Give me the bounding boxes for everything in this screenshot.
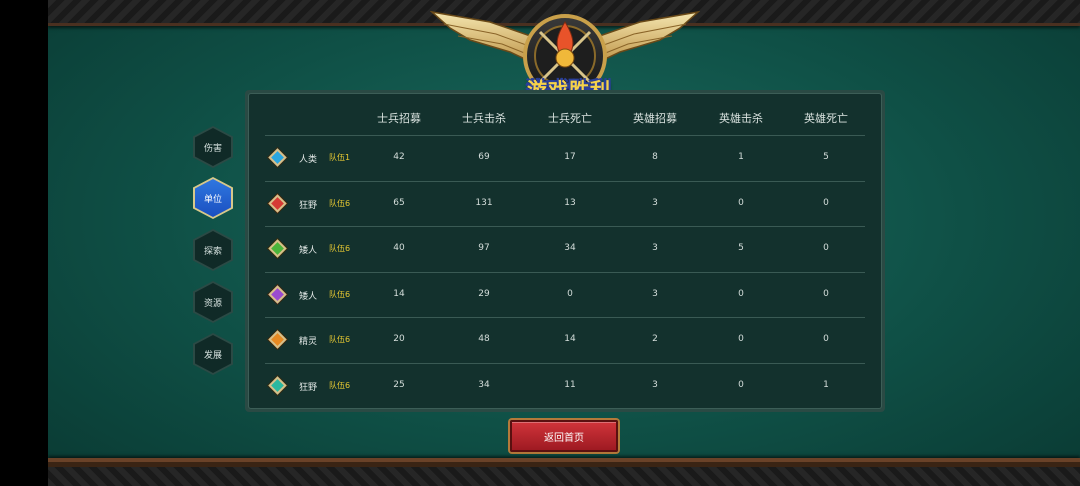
column-header: 士兵击杀 — [462, 112, 506, 125]
team-name: 队伍6 — [329, 244, 351, 254]
stat-cell: 131 — [475, 197, 493, 208]
stat-cell: 0 — [823, 334, 829, 345]
left-black-bar — [0, 0, 48, 486]
stat-cell: 3 — [652, 243, 658, 254]
column-header: 英雄招募 — [633, 112, 677, 125]
tab-development-label: 发展 — [195, 335, 231, 373]
stat-cell: 3 — [652, 380, 658, 390]
stats-panel: 士兵招募 士兵击杀 士兵死亡 英雄招募 英雄击杀 英雄死亡 人类 队伍1 42 69 1… — [245, 90, 885, 412]
stat-cell: 29 — [478, 288, 490, 299]
race-name: 人类 — [299, 155, 318, 165]
team-name: 队伍6 — [329, 289, 351, 299]
race-gem-icon — [268, 239, 287, 258]
bottom-border — [48, 458, 1080, 486]
tab-resources-label: 资源 — [195, 283, 231, 321]
table-row: 狂野 队伍6 25 34 11 3 0 1 — [265, 363, 865, 408]
stat-cell: 0 — [823, 243, 829, 254]
stats-table: 士兵招募 士兵击杀 士兵死亡 英雄招募 英雄击杀 英雄死亡 人类 队伍1 42 69 1… — [248, 93, 882, 409]
stat-cell: 3 — [652, 288, 658, 299]
stat-cell: 5 — [823, 152, 829, 162]
race-name: 矮人 — [299, 246, 318, 257]
tab-damage-label: 伤害 — [195, 128, 231, 166]
stat-cell: 0 — [823, 197, 829, 208]
tab-damage[interactable]: 伤害 — [193, 126, 233, 168]
race-gem-icon — [268, 330, 287, 350]
table-row: 人类 队伍1 42 69 17 8 1 5 — [265, 135, 865, 180]
tab-development[interactable]: 发展 — [193, 333, 233, 375]
race-name: 狂野 — [299, 200, 318, 211]
stat-cell: 34 — [478, 380, 490, 390]
tab-resources[interactable]: 资源 — [193, 281, 233, 323]
stat-cell: 69 — [478, 152, 490, 162]
column-header: 英雄死亡 — [804, 112, 848, 125]
race-gem-icon — [268, 193, 287, 213]
game-board: 游戏胜利 伤害 单位 探索 资源 发展 士兵招募 士兵击杀 士兵死亡 英雄招募 … — [48, 0, 1080, 486]
team-name: 队伍1 — [329, 153, 351, 162]
stat-cell: 1 — [823, 380, 829, 390]
tab-units[interactable]: 单位 — [193, 177, 233, 219]
table-row: 矮人 队伍6 14 29 0 3 0 0 — [265, 271, 865, 317]
stat-cell: 2 — [652, 334, 658, 345]
team-name: 队伍6 — [329, 335, 351, 345]
race-name: 精灵 — [299, 337, 318, 348]
race-gem-icon — [268, 285, 287, 304]
stat-cell: 48 — [478, 334, 490, 345]
race-name: 狂野 — [299, 383, 318, 393]
race-gem-icon — [268, 148, 287, 167]
tab-exploration-label: 探索 — [195, 231, 231, 269]
table-row: 狂野 队伍6 65 131 13 3 0 0 — [265, 180, 865, 226]
table-row: 矮人 队伍6 40 97 34 3 5 0 — [265, 226, 865, 271]
team-name: 队伍6 — [329, 381, 351, 390]
table-row: 精灵 队伍6 20 48 14 2 0 0 — [265, 317, 865, 362]
team-name: 队伍6 — [329, 198, 351, 208]
tab-units-label: 单位 — [195, 179, 231, 217]
race-gem-icon — [268, 376, 287, 395]
race-name: 矮人 — [299, 291, 318, 302]
tab-exploration[interactable]: 探索 — [193, 229, 233, 271]
stat-cell: 3 — [652, 197, 658, 208]
stat-cell: 0 — [823, 288, 829, 299]
stat-cell: 97 — [478, 243, 490, 254]
stat-cell: 8 — [652, 152, 658, 162]
return-home-button[interactable]: 返回首页 — [510, 420, 618, 452]
